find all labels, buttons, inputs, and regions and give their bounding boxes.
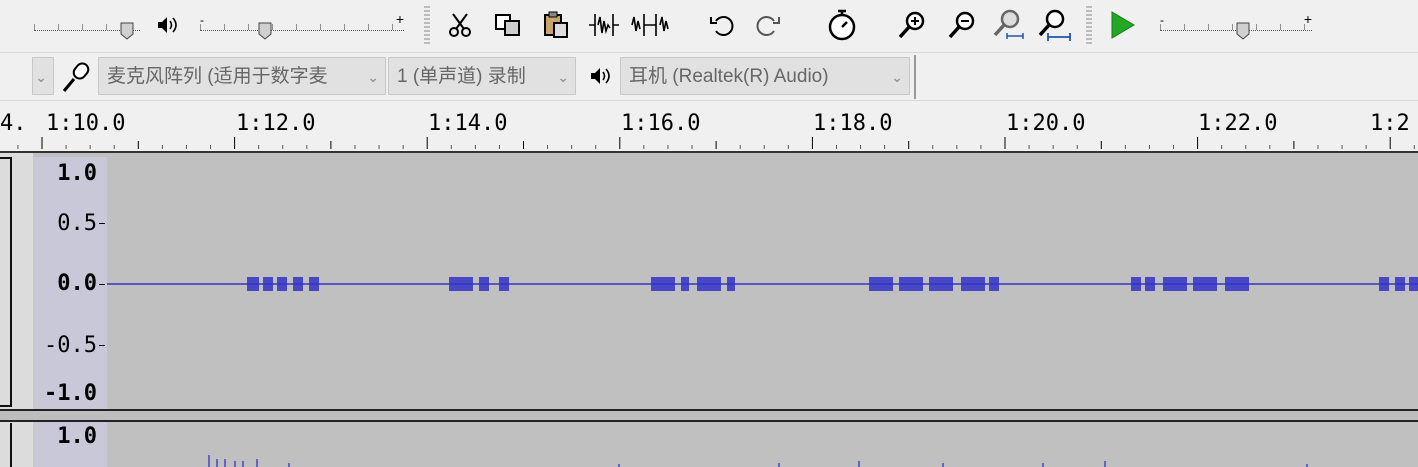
playback-device-value: 耳机 (Realtek(R) Audio)	[629, 66, 829, 87]
playback-volume-slider[interactable]: - +	[200, 10, 404, 40]
toolbar-grip[interactable]	[1086, 6, 1092, 46]
scissors-icon	[449, 13, 471, 37]
track-separator[interactable]	[0, 409, 1418, 422]
ruler-label: 1:14.0	[428, 111, 508, 136]
zoom-out-icon	[948, 11, 975, 39]
track2-waveform[interactable]	[107, 422, 1418, 467]
slider-thumb-icon[interactable]	[258, 22, 272, 40]
undo-icon	[710, 16, 734, 36]
speaker-icon	[591, 68, 610, 84]
recording-channels-value: 1 (单声道) 录制	[397, 66, 526, 87]
toolbar-divider	[914, 55, 916, 99]
stopwatch-icon	[828, 9, 856, 41]
copy-icon	[495, 14, 520, 36]
play-at-speed-button[interactable]	[1102, 6, 1142, 44]
play-icon	[1111, 11, 1135, 39]
trim-audio-icon	[589, 14, 619, 36]
recording-channels-select[interactable]: 1 (单声道) 录制 ⌄	[388, 57, 576, 95]
track2-amplitude-ruler[interactable]: 1.0	[33, 422, 107, 467]
ruler-label: 1:16.0	[621, 111, 701, 136]
ruler-label: 1:22.0	[1198, 111, 1278, 136]
silence-button[interactable]	[630, 6, 670, 44]
zoom-fit-selection-icon	[993, 9, 1024, 39]
timeline-ruler[interactable]: 4. 1:10.0 1:12.0 1:14.0 1:16.0 1:18.0 1:…	[0, 101, 1418, 153]
chevron-down-icon: ⌄	[891, 69, 903, 85]
microphone-icon	[62, 62, 90, 92]
undo-button[interactable]	[702, 6, 742, 44]
transport-toolbar: - + - +	[0, 0, 1418, 53]
amplitude-label: -0.5	[44, 333, 97, 358]
zoom-out-button[interactable]	[942, 6, 982, 44]
chevron-down-icon: ⌄	[35, 69, 47, 85]
ruler-label: 4.	[0, 111, 27, 136]
ruler-label: 1:10.0	[46, 111, 126, 136]
host-select-partial[interactable]: ⌄	[32, 57, 54, 95]
timer-record-button[interactable]	[822, 6, 862, 44]
slider-thumb-icon[interactable]	[120, 22, 134, 40]
redo-icon	[756, 16, 780, 36]
waveform-graphic	[208, 455, 1308, 467]
ruler-label: 1:18.0	[813, 111, 893, 136]
ruler-label: 1:12.0	[236, 111, 316, 136]
toolbar-grip[interactable]	[424, 6, 430, 46]
amplitude-label: 1.0	[57, 161, 97, 186]
recording-device-value: 麦克风阵列 (适用于数字麦	[107, 66, 328, 87]
trim-button[interactable]	[584, 6, 624, 44]
paste-icon	[544, 11, 568, 38]
paste-button[interactable]	[536, 6, 576, 44]
redo-button[interactable]	[748, 6, 788, 44]
recording-device-select[interactable]: 麦克风阵列 (适用于数字麦 ⌄	[98, 57, 386, 95]
silence-audio-icon	[631, 14, 669, 36]
amplitude-label: 1.0	[57, 424, 97, 449]
cut-button[interactable]	[440, 6, 480, 44]
speaker-icon	[158, 17, 177, 33]
chevron-down-icon: ⌄	[557, 69, 569, 85]
playback-speed-slider[interactable]: - +	[1160, 10, 1312, 40]
zoom-fit-project-icon	[1038, 9, 1071, 41]
track1-amplitude-ruler[interactable]: 1.0 0.5 0.0 -0.5 -1.0	[33, 157, 107, 409]
amplitude-label: 0.5	[57, 211, 97, 236]
track1-waveform[interactable]	[107, 157, 1418, 409]
waveform-graphic	[107, 277, 1418, 291]
copy-button[interactable]	[488, 6, 528, 44]
fit-project-button[interactable]	[1034, 6, 1074, 44]
ruler-label: 1:20.0	[1006, 111, 1086, 136]
fit-selection-button[interactable]	[988, 6, 1028, 44]
playback-device-select[interactable]: 耳机 (Realtek(R) Audio) ⌄	[620, 57, 910, 95]
amplitude-label: -1.0	[44, 381, 97, 406]
device-toolbar: ⌄ 麦克风阵列 (适用于数字麦 ⌄ 1 (单声道) 录制 ⌄ 耳机 (Realt…	[0, 53, 1418, 101]
chevron-down-icon: ⌄	[367, 69, 379, 85]
zoom-in-button[interactable]	[892, 6, 932, 44]
ruler-label: 1:2	[1370, 111, 1410, 136]
partial-gain-slider[interactable]	[34, 10, 140, 40]
zoom-in-icon	[898, 11, 925, 39]
amplitude-label: 0.0	[57, 271, 97, 296]
slider-thumb-icon[interactable]	[1236, 22, 1250, 40]
